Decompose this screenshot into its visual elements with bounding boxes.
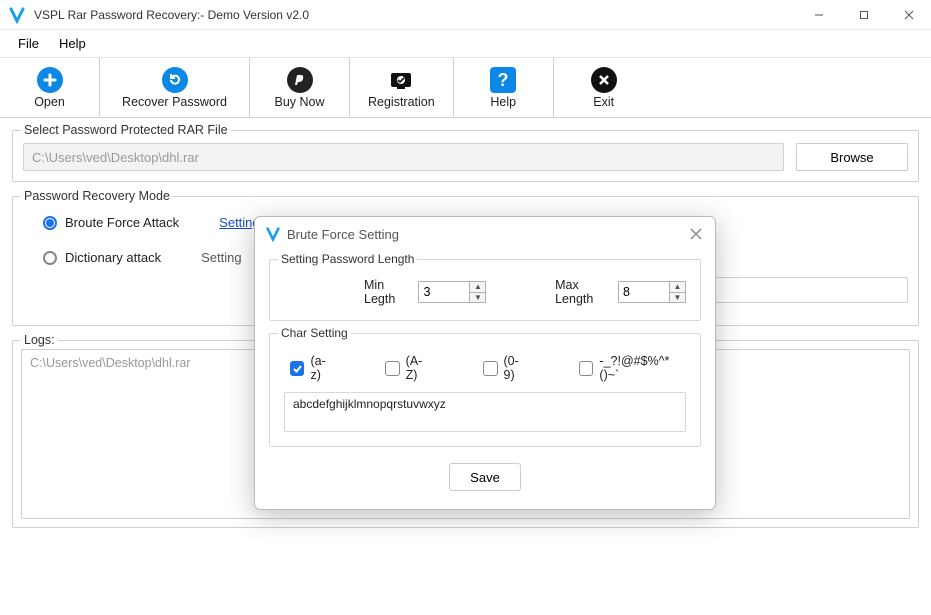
radio-unchecked-icon [43,251,57,265]
dictionary-setting-link[interactable]: Setting [201,250,241,265]
window-controls [796,0,931,30]
browse-button[interactable]: Browse [796,143,908,171]
help-button[interactable]: ? Help [454,58,554,117]
close-button[interactable] [886,0,931,30]
exit-button[interactable]: Exit [554,58,654,117]
recover-button[interactable]: Recover Password [100,58,250,117]
recover-label: Recover Password [122,95,227,109]
exit-label: Exit [593,95,614,109]
checkbox-az[interactable]: (a-z) [290,354,335,382]
checkbox-AZ[interactable]: (A-Z) [385,354,433,382]
checkbox-unchecked-icon [483,361,497,376]
open-button[interactable]: Open [0,58,100,117]
registration-icon [388,67,414,93]
svg-text:?: ? [498,70,509,90]
dictionary-radio[interactable]: Dictionary attack [43,250,161,265]
menu-help[interactable]: Help [49,32,96,55]
help-label: Help [490,95,516,109]
checkbox-unchecked-icon [579,361,594,376]
file-path-input[interactable]: C:\Users\ved\Desktop\dhl.rar [23,143,784,171]
checkbox-az-label: (a-z) [310,354,335,382]
save-button[interactable]: Save [449,463,521,491]
spin-down-icon[interactable]: ▼ [470,293,485,303]
toolbar: Open Recover Password Buy Now Registrati… [0,58,931,118]
minimize-button[interactable] [796,0,841,30]
brute-force-dialog: Brute Force Setting Setting Password Len… [254,216,716,510]
max-length-input[interactable] [619,282,669,302]
max-length-spinner[interactable]: ▲ ▼ [618,281,686,303]
checkbox-checked-icon [290,361,304,376]
spin-up-icon[interactable]: ▲ [670,282,685,293]
select-file-legend: Select Password Protected RAR File [21,123,231,137]
checkbox-09[interactable]: (0-9) [483,354,529,382]
maximize-button[interactable] [841,0,886,30]
buy-label: Buy Now [274,95,324,109]
radio-checked-icon [43,216,57,230]
checkbox-AZ-label: (A-Z) [406,354,433,382]
app-icon [265,226,281,242]
registration-label: Registration [368,95,435,109]
dialog-titlebar: Brute Force Setting [255,217,715,251]
paypal-icon [287,67,313,93]
min-length-label: Min Legth [364,278,408,306]
dialog-title: Brute Force Setting [287,227,687,242]
open-label: Open [34,95,65,109]
plus-icon [37,67,63,93]
logs-legend: Logs: [21,333,58,347]
checkbox-symbols[interactable]: -_?!@#$%^*()~` [579,354,686,382]
brute-force-label: Broute Force Attack [65,215,179,230]
registration-button[interactable]: Registration [350,58,454,117]
chars-preview[interactable]: abcdefghijklmnopqrstuvwxyz [284,392,686,432]
checkbox-09-label: (0-9) [504,354,529,382]
min-length-spinner[interactable]: ▲ ▼ [418,281,486,303]
close-icon [591,67,617,93]
password-length-legend: Setting Password Length [278,252,417,266]
window-titlebar: VSPL Rar Password Recovery:- Demo Versio… [0,0,931,30]
recover-icon [162,67,188,93]
app-icon [8,6,26,24]
buy-now-button[interactable]: Buy Now [250,58,350,117]
brute-force-radio[interactable]: Broute Force Attack [43,215,179,230]
window-title: VSPL Rar Password Recovery:- Demo Versio… [34,8,796,22]
char-setting-group: Char Setting (a-z) (A-Z) (0-9) -_?!@#$%^… [269,333,701,447]
dictionary-label: Dictionary attack [65,250,161,265]
max-length-label: Max Length [555,278,608,306]
select-file-group: Select Password Protected RAR File C:\Us… [12,130,919,182]
char-setting-legend: Char Setting [278,326,351,340]
menu-file[interactable]: File [8,32,49,55]
password-length-group: Setting Password Length Min Legth ▲ ▼ Ma… [269,259,701,321]
min-length-input[interactable] [419,282,469,302]
dialog-close-button[interactable] [687,225,705,243]
checkbox-unchecked-icon [385,361,399,376]
help-icon: ? [490,67,516,93]
recovery-mode-legend: Password Recovery Mode [21,189,173,203]
spin-up-icon[interactable]: ▲ [470,282,485,293]
checkbox-symbols-label: -_?!@#$%^*()~` [599,354,686,382]
spin-down-icon[interactable]: ▼ [670,293,685,303]
menubar: File Help [0,30,931,58]
